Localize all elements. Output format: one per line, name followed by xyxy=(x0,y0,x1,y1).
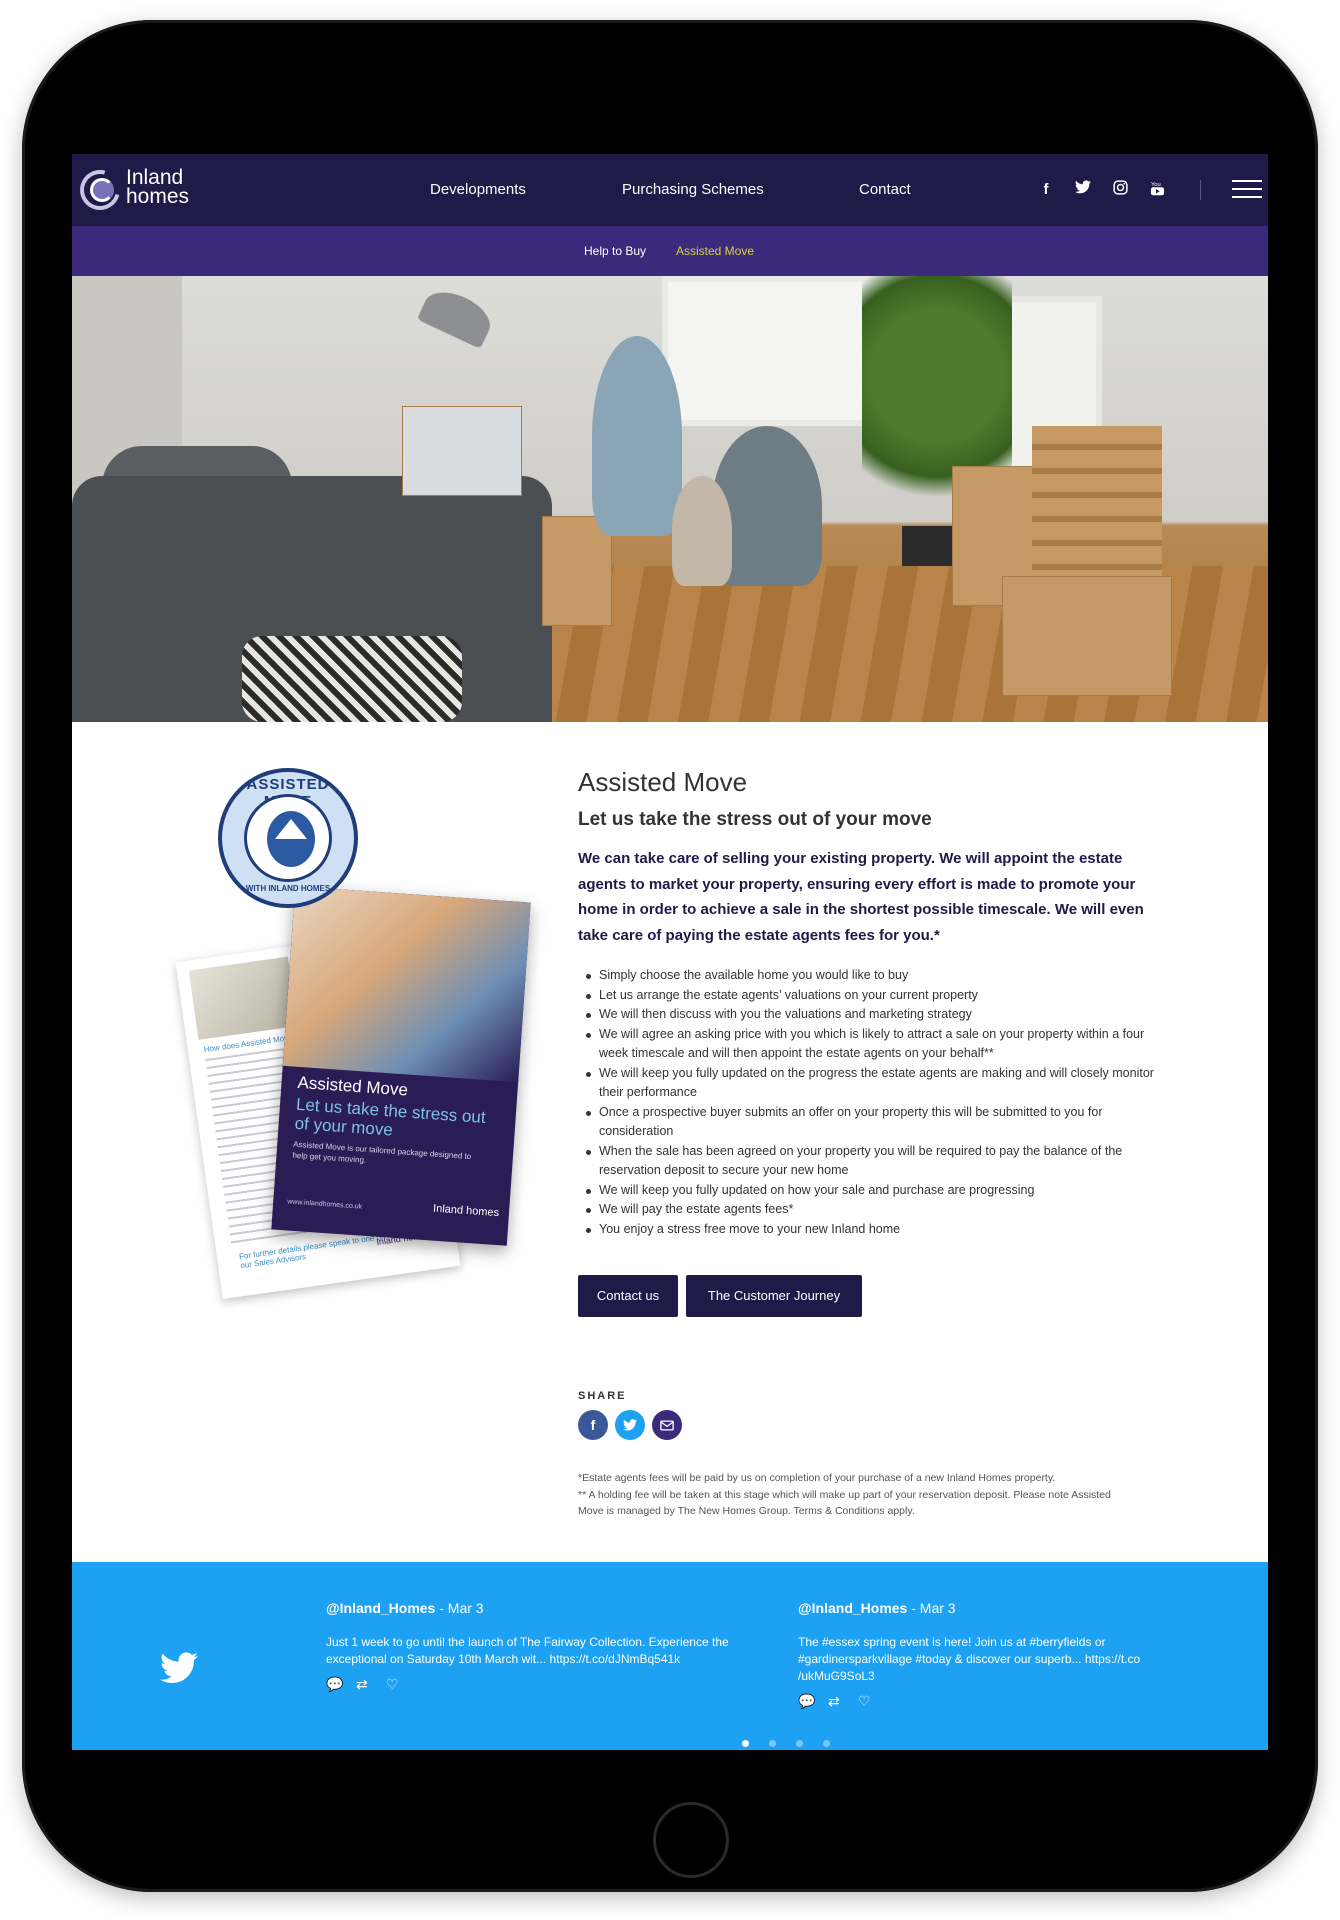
retweet-icon[interactable]: ⇄ xyxy=(828,1693,858,1710)
steps-list: Simply choose the available home you wou… xyxy=(578,966,1162,1239)
assisted-move-badge: ASSISTED MOVE WITH INLAND HOMES xyxy=(218,768,358,908)
twitter-feed: @Inland_Homes - Mar 3 Just 1 week to go … xyxy=(72,1562,1268,1750)
pager-dot[interactable] xyxy=(796,1740,803,1747)
site-header: Inland homes Developments Purchasing Sch… xyxy=(72,154,1268,226)
list-item: Once a prospective buyer submits an offe… xyxy=(578,1103,1162,1142)
tweet-date: - Mar 3 xyxy=(907,1600,956,1616)
inland-homes-logo[interactable]: Inland homes xyxy=(72,162,200,218)
youtube-icon[interactable]: You xyxy=(1147,180,1167,200)
list-item: We will keep you fully updated on how yo… xyxy=(578,1181,1162,1201)
customer-journey-button[interactable]: The Customer Journey xyxy=(686,1275,862,1317)
list-item: We will keep you fully updated on the pr… xyxy=(578,1064,1162,1103)
tweet-date: - Mar 3 xyxy=(435,1600,484,1616)
like-icon[interactable]: ♡ xyxy=(858,1693,888,1710)
footnotes: *Estate agents fees will be paid by us o… xyxy=(578,1470,1138,1520)
like-icon[interactable]: ♡ xyxy=(386,1676,416,1693)
share-label: SHARE xyxy=(578,1390,627,1402)
reply-icon[interactable]: 💬 xyxy=(326,1676,356,1693)
share-facebook-icon[interactable]: f xyxy=(578,1410,608,1440)
share-twitter-icon[interactable] xyxy=(615,1410,645,1440)
subnav-help-to-buy[interactable]: Help to Buy xyxy=(584,226,646,276)
tweet-card: @Inland_Homes - Mar 3 The #essex spring … xyxy=(798,1600,1218,1710)
reply-icon[interactable]: 💬 xyxy=(798,1693,828,1710)
badge-text-bottom: WITH INLAND HOMES xyxy=(245,884,331,893)
nav-contact[interactable]: Contact xyxy=(859,154,911,226)
tweet-handle[interactable]: @Inland_Homes xyxy=(798,1600,907,1616)
nav-purchasing-schemes[interactable]: Purchasing Schemes xyxy=(622,154,764,226)
pager-dot[interactable] xyxy=(823,1740,830,1747)
list-item: We will agree an asking price with you w… xyxy=(578,1025,1162,1064)
page-subtitle: Let us take the stress out of your move xyxy=(578,809,932,830)
twitter-icon[interactable] xyxy=(1073,180,1093,200)
hero-image xyxy=(72,276,1268,722)
list-item: We will then discuss with you the valuat… xyxy=(578,1005,1162,1025)
brochure-front: Assisted Move Let us take the stress out… xyxy=(271,886,531,1246)
tweet-body: The #essex spring event is here! Join us… xyxy=(798,1635,1141,1683)
menu-icon[interactable] xyxy=(1232,180,1262,200)
logo-line2: homes xyxy=(126,185,190,208)
brochure-subtitle: Let us take the stress out of your move xyxy=(294,1094,487,1140)
twitter-bird-icon xyxy=(160,1652,200,1684)
svg-text:You: You xyxy=(1150,182,1160,188)
tweet-handle[interactable]: @Inland_Homes xyxy=(326,1600,435,1616)
pager-dot[interactable] xyxy=(742,1740,749,1747)
list-item: Simply choose the available home you wou… xyxy=(578,966,1162,986)
pager-dot[interactable] xyxy=(769,1740,776,1747)
instagram-icon[interactable] xyxy=(1110,180,1130,200)
browser-screen: Inland homes Developments Purchasing Sch… xyxy=(72,154,1268,1750)
page-title: Assisted Move xyxy=(578,767,748,797)
facebook-icon[interactable]: f xyxy=(1036,180,1056,200)
sub-navigation: Help to Buy Assisted Move xyxy=(72,226,1268,276)
content-column: Assisted Move Let us take the stress out… xyxy=(578,766,1162,1239)
home-button[interactable] xyxy=(653,1802,729,1878)
tweet-card: @Inland_Homes - Mar 3 Just 1 week to go … xyxy=(326,1600,746,1693)
retweet-icon[interactable]: ⇄ xyxy=(356,1676,386,1693)
list-item: You enjoy a stress free move to your new… xyxy=(578,1220,1162,1240)
footnote-2: ** A holding fee will be taken at this s… xyxy=(578,1488,1111,1518)
list-item: We will pay the estate agents fees* xyxy=(578,1200,1162,1220)
footnote-1: *Estate agents fees will be paid by us o… xyxy=(578,1472,1056,1484)
share-email-icon[interactable] xyxy=(652,1410,682,1440)
assisted-move-promo: How does Assisted Move work? For further… xyxy=(175,768,548,1300)
header-divider xyxy=(1200,180,1201,200)
list-item: When the sale has been agreed on your pr… xyxy=(578,1142,1162,1181)
brochure-description: Assisted Move is our tailored package de… xyxy=(292,1139,472,1165)
list-item: Let us arrange the estate agents’ valuat… xyxy=(578,986,1162,1006)
contact-us-button[interactable]: Contact us xyxy=(578,1275,678,1317)
intro-paragraph: We can take care of selling your existin… xyxy=(578,850,1144,944)
house-icon xyxy=(267,811,315,867)
nav-developments[interactable]: Developments xyxy=(430,154,526,226)
tweet-body: Just 1 week to go until the launch of Th… xyxy=(326,1635,729,1666)
brochure-logo: Inland homes xyxy=(432,1202,500,1220)
carousel-pager xyxy=(742,1734,850,1750)
subnav-assisted-move[interactable]: Assisted Move xyxy=(676,226,754,276)
brochure-url: www.inlandhomes.co.uk xyxy=(286,1198,363,1211)
